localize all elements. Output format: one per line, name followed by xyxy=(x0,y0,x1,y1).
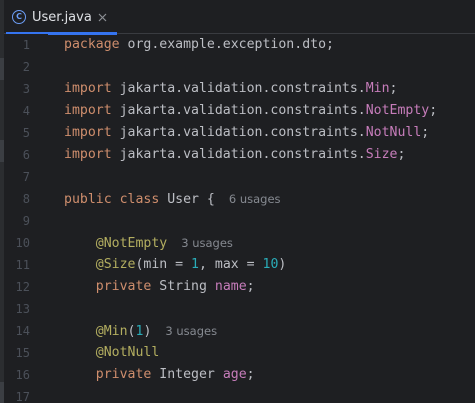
code-line-annotation: @Size(min = 1, max = 10) xyxy=(64,254,287,276)
java-class-icon: C xyxy=(12,10,26,24)
code-line-import: import jakarta.validation.constraints.Mi… xyxy=(64,78,398,100)
annotation-args: ) xyxy=(278,257,287,272)
line-number: 3 xyxy=(22,82,30,96)
import-package: jakarta.validation.constraints. xyxy=(111,125,366,140)
annotation-args: ) xyxy=(143,324,152,339)
line-number-gutter: 1 2 3 4 5 6 7 8 9 10 11 12 13 14 15 16 1… xyxy=(4,34,48,403)
field-type: String xyxy=(151,279,215,294)
semicolon: ; xyxy=(389,81,398,96)
code-editor[interactable]: package org.example.exception.dto; impor… xyxy=(64,34,475,403)
line-number: 6 xyxy=(22,148,30,162)
field-name: age xyxy=(222,367,247,382)
keyword: import xyxy=(64,125,112,140)
semicolon: ; xyxy=(429,103,438,118)
line-number: 9 xyxy=(22,214,30,228)
tab-user-java[interactable]: C User.java xyxy=(6,0,117,35)
annotation-args: (min = xyxy=(135,257,192,272)
line-number: 17 xyxy=(15,390,30,403)
keyword: import xyxy=(64,81,112,96)
keyword: private xyxy=(95,279,152,294)
import-package: jakarta.validation.constraints. xyxy=(111,147,366,162)
code-line-class-declaration: public class User { 6 usages xyxy=(64,188,281,210)
number-literal: 10 xyxy=(262,257,279,272)
keyword: import xyxy=(64,147,112,162)
semicolon: ; xyxy=(397,147,406,162)
line-number: 10 xyxy=(15,236,30,250)
keyword: public xyxy=(64,192,112,207)
field-type: Integer xyxy=(151,367,223,382)
code-line-field: private String name; xyxy=(64,276,255,298)
code-line-annotation: @NotNull xyxy=(64,342,160,364)
usages-hint[interactable]: 3 usages xyxy=(181,236,233,250)
line-number: 15 xyxy=(15,346,30,360)
line-number: 12 xyxy=(15,280,30,294)
annotation-args: , max = xyxy=(199,257,263,272)
class-icon-letter: C xyxy=(16,12,22,21)
keyword: import xyxy=(64,103,112,118)
annotation: @Size xyxy=(95,257,136,272)
import-package: jakarta.validation.constraints. xyxy=(111,81,366,96)
number-literal: 1 xyxy=(191,257,199,272)
line-number: 1 xyxy=(22,38,30,52)
line-number: 11 xyxy=(15,258,30,272)
keyword: class xyxy=(111,192,160,207)
code-line-annotation: @Min(1) 3 usages xyxy=(64,320,217,342)
code-line-field: private Integer age; xyxy=(64,364,255,386)
import-class: Min xyxy=(365,81,390,96)
annotation: @NotEmpty xyxy=(95,236,168,251)
field-name: name xyxy=(214,279,247,294)
line-number: 16 xyxy=(15,368,30,382)
annotation: @Min xyxy=(95,324,128,339)
code-line-import: import jakarta.validation.constraints.No… xyxy=(64,100,437,122)
line-number: 4 xyxy=(22,104,30,118)
semicolon: ; xyxy=(246,367,255,382)
import-class: NotNull xyxy=(365,125,422,140)
keyword: package xyxy=(64,37,120,52)
class-name: User { xyxy=(159,192,215,207)
close-icon[interactable] xyxy=(97,11,109,23)
code-line-package: package org.example.exception.dto; xyxy=(64,34,334,56)
line-number: 5 xyxy=(22,126,30,140)
semicolon: ; xyxy=(246,279,255,294)
import-class: Size xyxy=(365,147,398,162)
line-number: 13 xyxy=(15,302,30,316)
import-class: NotEmpty xyxy=(365,103,430,118)
code-line-import: import jakarta.validation.constraints.Si… xyxy=(64,144,405,166)
code-line-import: import jakarta.validation.constraints.No… xyxy=(64,122,429,144)
annotation: @NotNull xyxy=(95,345,160,360)
package-name: org.example.exception.dto; xyxy=(119,37,334,52)
usages-hint[interactable]: 6 usages xyxy=(229,192,281,206)
import-package: jakarta.validation.constraints. xyxy=(111,103,366,118)
line-number: 2 xyxy=(22,60,30,74)
semicolon: ; xyxy=(421,125,430,140)
keyword: private xyxy=(95,367,152,382)
usages-hint[interactable]: 3 usages xyxy=(165,324,217,338)
code-line-annotation: @NotEmpty 3 usages xyxy=(64,232,233,254)
tab-label: User.java xyxy=(32,9,92,25)
line-number: 8 xyxy=(22,192,30,206)
line-number: 7 xyxy=(22,170,30,184)
editor-tab-bar: C User.java xyxy=(4,0,475,35)
line-number: 14 xyxy=(15,324,30,338)
